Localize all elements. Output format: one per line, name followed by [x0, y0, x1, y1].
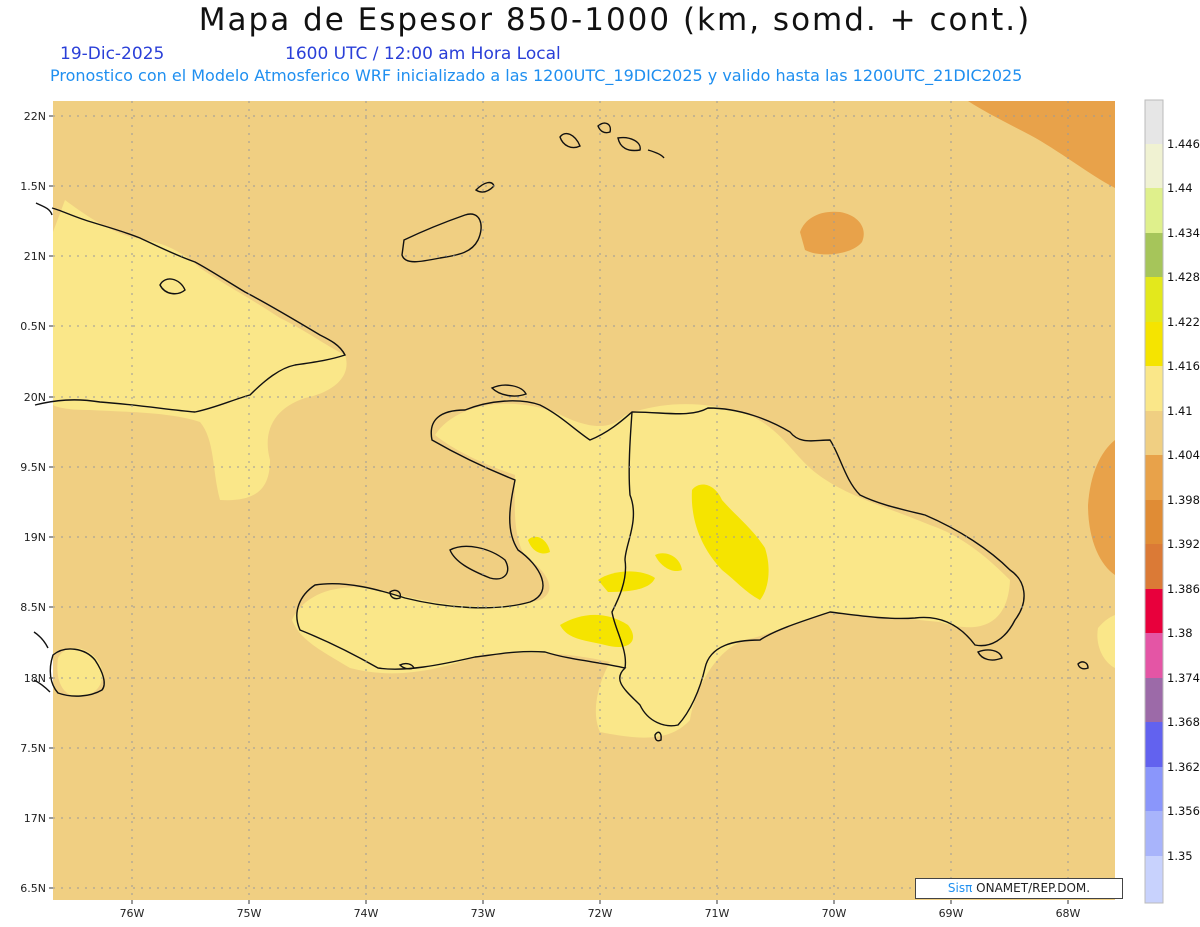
cb-label: 1.428 [1167, 270, 1200, 284]
lon-label: 72W [588, 907, 613, 920]
cb-cell [1145, 811, 1163, 856]
lon-label: 70W [822, 907, 847, 920]
cb-label: 1.356 [1167, 804, 1200, 818]
lat-label: 6.5N [20, 882, 46, 895]
lon-label: 74W [354, 907, 379, 920]
lat-axis: 22N 1.5N 21N 0.5N 20N 9.5N 19N 8.5N 18N … [20, 110, 53, 895]
cb-cell [1145, 188, 1163, 233]
lat-label: 1.5N [20, 180, 46, 193]
lat-label: 9.5N [20, 461, 46, 474]
cb-cell [1145, 100, 1163, 144]
cb-cell [1145, 633, 1163, 678]
lon-axis: 76W 75W 74W 73W 72W 71W 70W 69W 68W [120, 900, 1081, 920]
cb-cell [1145, 722, 1163, 767]
cb-label: 1.368 [1167, 715, 1200, 729]
cb-cell [1145, 144, 1163, 188]
lat-label: 22N [24, 110, 46, 123]
lon-label: 69W [939, 907, 964, 920]
colorbar: 1.446 1.44 1.434 1.428 1.422 1.416 1.41 … [1144, 99, 1200, 904]
sis-logo: Sisπ [947, 881, 973, 895]
lat-label: 21N [24, 250, 46, 263]
lon-label: 75W [237, 907, 262, 920]
lon-label: 73W [471, 907, 496, 920]
cb-label: 1.404 [1167, 448, 1200, 462]
cb-cell [1145, 856, 1163, 903]
coast-jamaica-west [33, 631, 49, 649]
cb-cell [1145, 678, 1163, 722]
lat-label: 0.5N [20, 320, 46, 333]
cb-label: 1.398 [1167, 493, 1200, 507]
cb-label: 1.44 [1167, 181, 1193, 195]
cb-cell [1145, 589, 1163, 633]
lat-label: 20N [24, 391, 46, 404]
cb-cell [1145, 277, 1163, 322]
cb-cell [1145, 411, 1163, 455]
cb-label: 1.362 [1167, 760, 1200, 774]
credit-box: Sisπ ONAMET/REP.DOM. [915, 878, 1123, 899]
lon-label: 68W [1056, 907, 1081, 920]
credit-text: ONAMET/REP.DOM. [972, 881, 1091, 895]
cb-label: 1.374 [1167, 671, 1200, 685]
lat-label: 19N [24, 531, 46, 544]
cb-label: 1.434 [1167, 226, 1200, 240]
cb-label: 1.392 [1167, 537, 1200, 551]
cb-cell [1145, 322, 1163, 366]
lat-label: 18N [24, 672, 46, 685]
cb-label: 1.446 [1167, 137, 1200, 151]
cb-label: 1.386 [1167, 582, 1200, 596]
cb-cell [1145, 366, 1163, 411]
cb-label: 1.416 [1167, 359, 1200, 373]
cb-cell [1145, 500, 1163, 544]
cb-cell [1145, 544, 1163, 589]
lat-label: 17N [24, 812, 46, 825]
cb-cell [1145, 767, 1163, 811]
cb-label: 1.422 [1167, 315, 1200, 329]
lat-label: 7.5N [20, 742, 46, 755]
cb-label: 1.38 [1167, 626, 1193, 640]
lon-label: 76W [120, 907, 145, 920]
coast-cuba-west [35, 202, 53, 216]
lon-label: 71W [705, 907, 730, 920]
cb-label: 1.35 [1167, 849, 1193, 863]
lat-label: 8.5N [20, 601, 46, 614]
cb-cell [1145, 233, 1163, 277]
thickness-map: 76W 75W 74W 73W 72W 71W 70W 69W 68W 22N … [20, 99, 1200, 920]
cb-label: 1.41 [1167, 404, 1193, 418]
cb-cell [1145, 455, 1163, 500]
